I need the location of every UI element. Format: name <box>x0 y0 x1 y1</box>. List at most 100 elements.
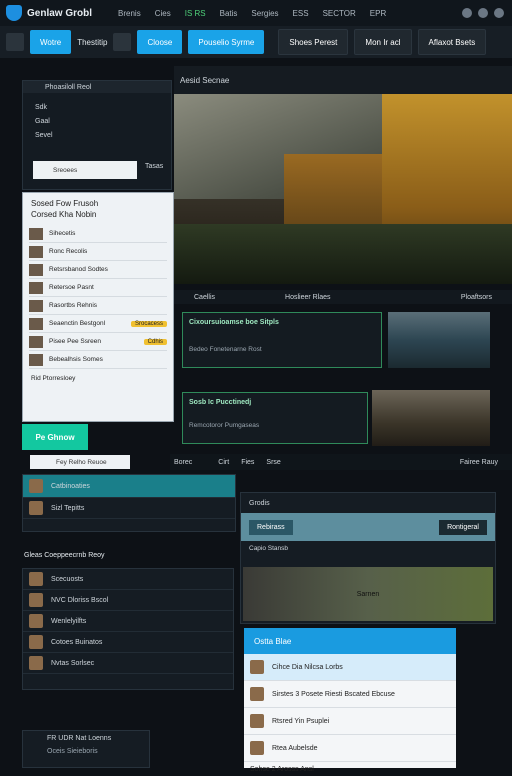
row-text: Pisee Pee Ssreen <box>49 338 102 345</box>
category-strip: Borec Cirt Fies Srse Fairee Rauy <box>170 454 512 470</box>
list-row-text: NVC Dloriss Bscol <box>51 596 109 604</box>
bottom-sub: Oceis Sieieboris <box>47 748 98 755</box>
list-row[interactable]: Cotoes Buinatos <box>23 632 233 653</box>
dialog-row-0[interactable]: Sihecetis <box>29 225 167 243</box>
back-icon[interactable] <box>6 33 24 51</box>
modal-row-0[interactable]: Cihce Dia Nilcsa Lorbs <box>244 654 456 681</box>
toolbar-button-3[interactable]: Pouselio Syrme <box>188 30 265 54</box>
list-a-sub-text: Sizl Tepitts <box>51 504 85 512</box>
dialog-row-7[interactable]: Bebealhsis Somes <box>29 351 167 369</box>
dialog-row-5[interactable]: Seaenctin Bestgonl Srocacess <box>29 315 167 333</box>
toolbar-field-2[interactable]: Mon Ir acl <box>354 29 412 55</box>
dialog-row-4[interactable]: Rasortbs Rehnis <box>29 297 167 315</box>
bottom-card[interactable]: FR UDR Nat Loenns Oceis Sieieboris <box>22 730 150 768</box>
list-a: Scecuosts NVC Dloriss Bscol Wenlelyilfts… <box>22 568 234 690</box>
row-action-button[interactable]: Cdhis <box>143 338 167 345</box>
row-text: Retersoe Pasnt <box>49 284 94 291</box>
row-thumbnail <box>29 335 43 348</box>
search-button[interactable]: Tasas <box>145 163 163 170</box>
avatar <box>29 635 43 649</box>
story-title: Cixoursuioamse boe Sitpls <box>189 319 279 326</box>
content-bar-left[interactable]: Caellis <box>194 294 215 301</box>
story-title: Sosb Ic Pucctinedj <box>189 399 252 406</box>
strip-item-3[interactable]: Srse <box>266 459 280 466</box>
dialog-footer-button[interactable]: Fey Relho Reuoe <box>30 455 130 469</box>
selection-modal: Ostta Blae Cihce Dia Nilcsa Lorbs Sirste… <box>244 628 456 773</box>
strip-right[interactable]: Fairee Rauy <box>460 459 498 466</box>
dialog-row-1[interactable]: Ronc Recolis <box>29 243 167 261</box>
story-card-1[interactable]: Cixoursuioamse boe Sitpls Bedeo Fonetena… <box>182 312 382 368</box>
menu-item-2[interactable]: IS RS <box>185 9 206 18</box>
left-item-1[interactable]: Gaal <box>35 115 171 129</box>
notification-icon[interactable] <box>462 8 472 18</box>
list-row-text: Scecuosts <box>51 575 84 583</box>
avatar <box>250 714 264 728</box>
strip-item-0[interactable]: Borec <box>174 459 192 466</box>
content-bar-center[interactable]: Hoslieer Rlaes <box>285 294 331 301</box>
avatar <box>250 660 264 674</box>
row-thumbnail <box>29 353 43 366</box>
window-controls <box>462 8 504 18</box>
menu-item-6[interactable]: SECTOR <box>323 9 356 18</box>
dialog-row-3[interactable]: Retersoe Pasnt <box>29 279 167 297</box>
menu-item-1[interactable]: Cies <box>155 9 171 18</box>
list-b-tabs: Rebirass Rontigeral <box>241 513 495 541</box>
list-a-sub[interactable]: Sizl Tepitts <box>23 498 235 519</box>
dialog-row-6[interactable]: Pisee Pee Ssreen Cdhis <box>29 333 167 351</box>
app-title: Genlaw Grobl <box>27 7 93 19</box>
row-text: Retsrsbanod Sodtes <box>49 266 108 273</box>
list-row[interactable]: NVC Dloriss Bscol <box>23 590 233 611</box>
modal-header-text: Ostta Blae <box>254 636 292 646</box>
menu-item-0[interactable]: Brenis <box>118 9 141 18</box>
story-image-2 <box>372 390 490 446</box>
strip-item-2[interactable]: Fies <box>241 459 254 466</box>
left-item-2[interactable]: Sevel <box>35 129 171 143</box>
strip-item-1[interactable]: Cirt <box>218 459 229 466</box>
avatar <box>29 656 43 670</box>
close-icon[interactable] <box>494 8 504 18</box>
list-row[interactable]: Scecuosts <box>23 569 233 590</box>
menu-item-3[interactable]: Batis <box>220 9 238 18</box>
avatar <box>29 479 43 493</box>
list-row[interactable]: Wenlelyilfts <box>23 611 233 632</box>
row-action-button[interactable]: Srocacess <box>130 320 167 327</box>
dialog-footer: Rid Ptorresloey <box>31 375 76 382</box>
primary-action-button[interactable]: Pe Ghnow <box>22 424 88 450</box>
row-text: Sihecetis <box>49 230 76 237</box>
search-input[interactable]: Sreoees <box>33 161 137 179</box>
toolbar-field-1[interactable]: Shoes Perest <box>278 29 349 55</box>
tab-0[interactable]: Rebirass <box>249 519 293 535</box>
list-row-text: Wenlelyilfts <box>51 617 87 625</box>
left-item-0[interactable]: Sdk <box>35 101 171 115</box>
menu-item-7[interactable]: EPR <box>370 9 386 18</box>
toolbar-field-3[interactable]: Aflaxot Bsets <box>417 29 487 55</box>
story-card-2[interactable]: Sosb Ic Pucctinedj Remcotoror Pumgaseas <box>182 392 368 444</box>
list-row[interactable]: Nvtas Sorlsec <box>23 653 233 674</box>
story-meta: Remcotoror Pumgaseas <box>189 422 260 429</box>
tool-icon[interactable] <box>113 33 132 51</box>
menu-item-4[interactable]: Sergies <box>251 9 278 18</box>
modal-row-3[interactable]: Rtea Aubelsde <box>244 735 456 762</box>
row-thumbnail <box>29 245 43 258</box>
dialog-row-2[interactable]: Retsrsbanod Sodtes <box>29 261 167 279</box>
modal-row-2[interactable]: Rtsred Yin Psuplei <box>244 708 456 735</box>
list-a-section-title: Gleas Coeppeecrnb Reoy <box>24 552 105 559</box>
list-a-header[interactable]: Catbinoaties <box>23 475 235 498</box>
modal-row-text: Rtea Aubelsde <box>272 744 318 752</box>
toolbar-button-2[interactable]: Cloose <box>137 30 183 54</box>
settings-icon[interactable] <box>478 8 488 18</box>
content-bar-right[interactable]: Ploaftsors <box>461 294 492 301</box>
tab-1[interactable]: Rontigeral <box>439 519 487 535</box>
row-text: Rasortbs Rehnis <box>49 302 98 309</box>
menu-item-5[interactable]: ESS <box>293 9 309 18</box>
toolbar-button-1[interactable]: Wotre <box>30 30 72 54</box>
avatar <box>29 572 43 586</box>
left-panel-header: Phoasiloll Reol <box>23 81 171 93</box>
modal-row-4[interactable]: Sohse 2 Arosss Ansl <box>244 762 456 776</box>
modal-row-1[interactable]: Sirstes 3 Posete Riesti Bscated Ebcuse <box>244 681 456 708</box>
modal-row-text: Cihce Dia Nilcsa Lorbs <box>272 663 343 671</box>
list-b-meta: Capio Stansb <box>249 544 289 552</box>
avatar <box>250 687 264 701</box>
story-image-1 <box>388 312 490 368</box>
row-thumbnail <box>29 227 43 240</box>
